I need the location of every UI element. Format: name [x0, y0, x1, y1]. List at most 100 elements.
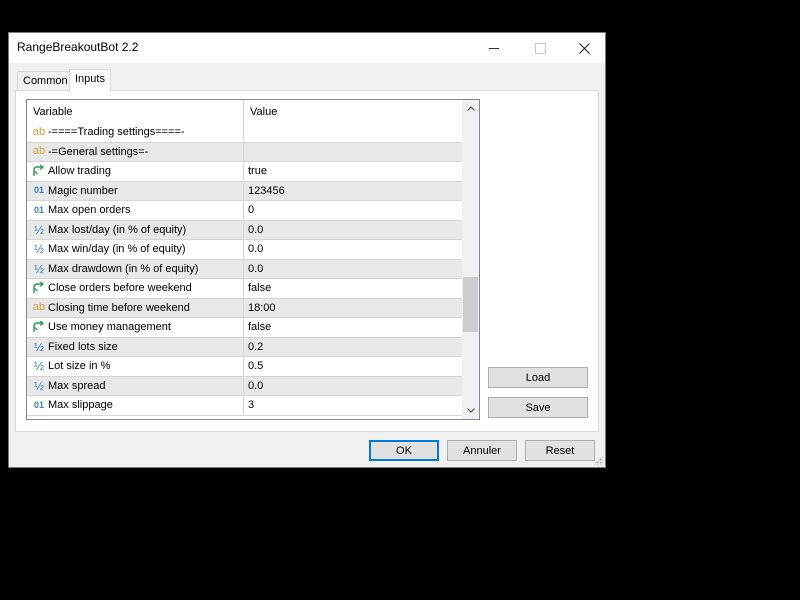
minimize-button[interactable] — [471, 33, 517, 63]
variable-cell: Close orders before weekend — [27, 279, 244, 298]
close-icon — [578, 42, 590, 54]
window-title: RangeBreakoutBot 2.2 — [17, 40, 139, 54]
inputs-grid: Variable Value ab -====Trading settings==… — [26, 99, 480, 420]
vertical-scrollbar[interactable] — [462, 100, 479, 419]
string-type-icon: ab — [32, 125, 46, 138]
integer-type-icon: 01 — [33, 185, 44, 196]
integer-type-icon: 01 — [33, 204, 44, 215]
double-type-icon: ½ — [33, 222, 44, 237]
variable-cell: ab Closing time before weekend — [27, 298, 244, 317]
column-header-variable[interactable]: Variable — [27, 100, 244, 123]
value-cell[interactable]: true — [244, 162, 462, 181]
value-cell[interactable]: 3 — [244, 396, 462, 415]
variable-cell: ½ Max win/day (in % of equity) — [27, 240, 244, 259]
tab-common[interactable]: Common — [17, 71, 74, 90]
variable-cell: Allow trading — [27, 162, 244, 181]
inputs-tab-panel: Variable Value ab -====Trading settings==… — [15, 90, 599, 432]
variable-cell: Use money management — [27, 318, 244, 337]
minimize-icon — [489, 47, 499, 49]
chevron-up-icon — [466, 106, 475, 111]
scroll-up-button[interactable] — [462, 100, 479, 117]
table-row[interactable]: 01 Max slippage 3 — [27, 396, 462, 416]
value-cell[interactable]: 0.0 — [244, 240, 462, 259]
variable-cell: ½ Fixed lots size — [27, 337, 244, 356]
table-row[interactable]: ab -=General settings=- — [27, 142, 462, 162]
variable-name: Fixed lots size — [48, 340, 118, 353]
scrollbar-thumb[interactable] — [463, 277, 478, 332]
scroll-down-button[interactable] — [462, 402, 479, 419]
variable-name: Magic number — [48, 184, 118, 197]
value-cell[interactable]: 0.2 — [244, 338, 462, 357]
variable-name: Max lost/day (in % of equity) — [48, 223, 187, 236]
table-row[interactable]: 01 Magic number 123456 — [27, 181, 462, 201]
variable-name: Max win/day (in % of equity) — [48, 243, 186, 256]
variable-name: Close orders before weekend — [48, 282, 192, 295]
variable-cell: ½ Max drawdown (in % of equity) — [27, 259, 244, 278]
bool-type-icon — [32, 165, 46, 177]
title-bar[interactable]: RangeBreakoutBot 2.2 — [9, 33, 605, 63]
variable-cell: 01 Max slippage — [27, 396, 244, 415]
value-cell[interactable] — [244, 123, 462, 142]
column-header-value[interactable]: Value — [244, 100, 462, 123]
table-row[interactable]: Close orders before weekend false — [27, 279, 462, 299]
table-row[interactable]: Allow trading true — [27, 162, 462, 182]
reset-button[interactable]: Reset — [525, 440, 595, 461]
bool-type-icon — [32, 321, 46, 333]
value-cell[interactable]: 18:00 — [244, 299, 462, 318]
double-type-icon: ½ — [33, 378, 44, 393]
variable-name: Use money management — [48, 321, 171, 334]
value-cell[interactable]: false — [244, 318, 462, 337]
ok-button[interactable]: OK — [369, 440, 439, 461]
variable-name: Lot size in % — [48, 360, 111, 373]
value-cell[interactable]: 0.0 — [244, 221, 462, 240]
save-button[interactable]: Save — [488, 397, 588, 418]
variable-cell: ½ Lot size in % — [27, 357, 244, 376]
variable-name: Max open orders — [48, 204, 131, 217]
value-cell[interactable]: 0 — [244, 201, 462, 220]
table-row[interactable]: Use money management false — [27, 318, 462, 338]
string-type-icon: ab — [32, 301, 46, 314]
string-type-icon: ab — [32, 145, 46, 158]
value-cell[interactable]: 123456 — [244, 182, 462, 201]
double-type-icon: ½ — [33, 339, 44, 354]
integer-type-icon: 01 — [33, 399, 44, 410]
variable-name: Closing time before weekend — [48, 301, 190, 314]
grid-header: Variable Value — [27, 100, 462, 123]
grid-rows: ab -====Trading settings====- ab -=General … — [27, 123, 462, 416]
variable-name: Max slippage — [48, 399, 113, 412]
table-row[interactable]: ab Closing time before weekend 18:00 — [27, 298, 462, 318]
value-cell[interactable] — [244, 143, 462, 162]
variable-cell: 01 Magic number — [27, 181, 244, 200]
bool-type-icon — [32, 282, 46, 294]
table-row[interactable]: ½ Lot size in % 0.5 — [27, 357, 462, 377]
variable-cell: 01 Max open orders — [27, 201, 244, 220]
variable-name: -=General settings=- — [48, 145, 149, 158]
dialog-window: RangeBreakoutBot 2.2 Common Inputs Varia… — [8, 32, 606, 468]
cancel-button[interactable]: Annuler — [447, 440, 517, 461]
table-row[interactable]: ½ Max drawdown (in % of equity) 0.0 — [27, 259, 462, 279]
value-cell[interactable]: 0.5 — [244, 357, 462, 376]
table-row[interactable]: ½ Max spread 0.0 — [27, 376, 462, 396]
double-type-icon: ½ — [33, 359, 44, 374]
variable-name: Allow trading — [48, 165, 111, 178]
variable-cell: ½ Max spread — [27, 376, 244, 395]
table-row[interactable]: ½ Max lost/day (in % of equity) 0.0 — [27, 220, 462, 240]
variable-cell: ½ Max lost/day (in % of equity) — [27, 220, 244, 239]
value-cell[interactable]: false — [244, 279, 462, 298]
table-row[interactable]: ab -====Trading settings====- — [27, 123, 462, 143]
table-row[interactable]: ½ Fixed lots size 0.2 — [27, 337, 462, 357]
tab-inputs[interactable]: Inputs — [69, 69, 111, 91]
double-type-icon: ½ — [33, 242, 44, 257]
variable-cell: ab -=General settings=- — [27, 142, 244, 161]
value-cell[interactable]: 0.0 — [244, 377, 462, 396]
load-button[interactable]: Load — [488, 367, 588, 388]
table-row[interactable]: 01 Max open orders 0 — [27, 201, 462, 221]
value-cell[interactable]: 0.0 — [244, 260, 462, 279]
variable-cell: ab -====Trading settings====- — [27, 123, 244, 142]
chevron-down-icon — [466, 408, 475, 413]
close-button[interactable] — [561, 33, 607, 63]
variable-name: Max drawdown (in % of equity) — [48, 262, 199, 275]
maximize-icon — [534, 42, 546, 54]
table-row[interactable]: ½ Max win/day (in % of equity) 0.0 — [27, 240, 462, 260]
maximize-button — [517, 33, 563, 63]
